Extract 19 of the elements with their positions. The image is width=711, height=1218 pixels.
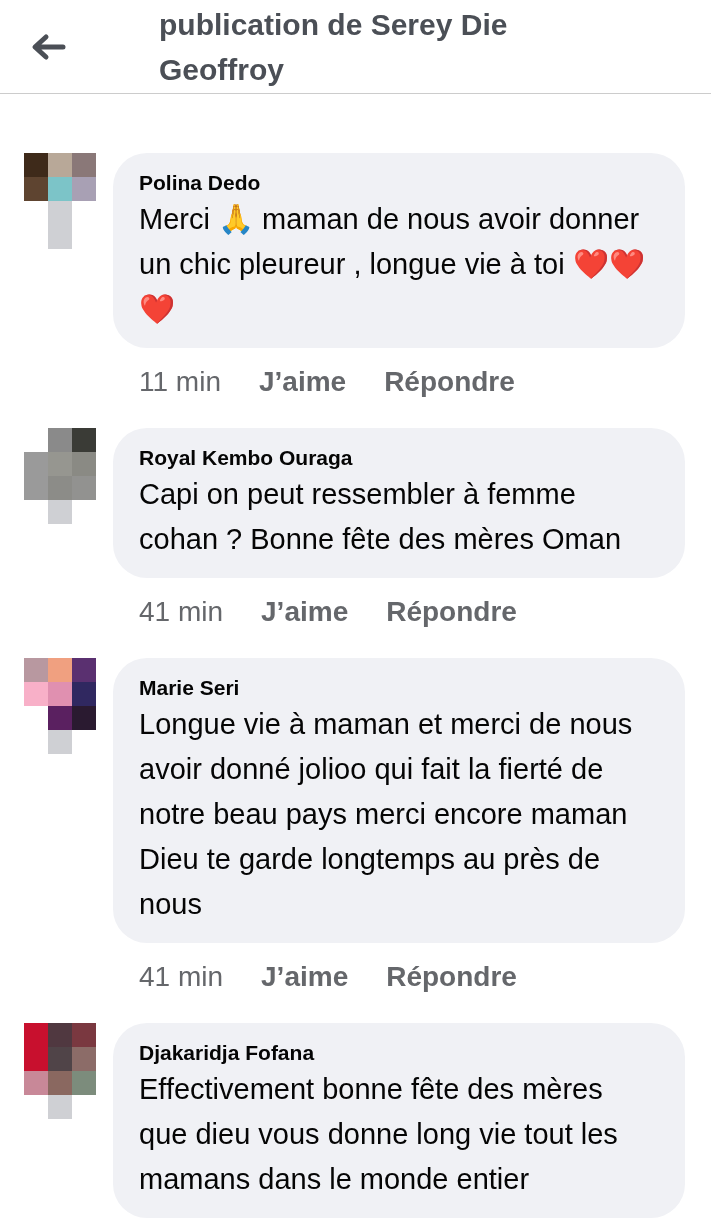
like-link[interactable]: J’aime <box>261 959 349 995</box>
comment-author[interactable]: Royal Kembo Ouraga <box>139 444 659 472</box>
comment-time: 11 min <box>139 365 221 399</box>
comment-author[interactable]: Marie Seri <box>139 674 659 702</box>
back-arrow-icon[interactable] <box>30 32 66 61</box>
comment-author[interactable]: Polina Dedo <box>139 169 659 197</box>
comment-time: 41 min <box>139 960 224 994</box>
comment-text: Longue vie à maman et merci de nous avoir donné jolioo qui fait la fierté de notre beau pays merci encore maman Dieu te garde longtemps au près de nous <box>139 707 634 922</box>
comment-text: Effectivement bonne fête des mères que dieu vous donne long vie tout les mamans dans le monde entier <box>139 1072 619 1197</box>
reply-link[interactable]: Répondre <box>386 959 517 995</box>
comment-text: Capi on peut ressembler à femme cohan ? Bonne fête des mères Oman <box>139 477 622 557</box>
comment-text: Merci 🙏 maman de nous avoir donner un chic pleureur , longue vie à toi ❤❤❤ <box>139 202 646 327</box>
page-title: publication de Serey Die Geoffroy <box>159 6 509 88</box>
like-link[interactable]: J’aime <box>261 594 349 630</box>
reply-link[interactable]: Répondre <box>386 594 517 630</box>
comment-author[interactable]: Djakaridja Fofana <box>139 1039 659 1067</box>
like-link[interactable]: J’aime <box>258 364 347 400</box>
comment-time: 41 min <box>139 595 224 629</box>
reply-link[interactable]: Répondre <box>384 364 515 400</box>
